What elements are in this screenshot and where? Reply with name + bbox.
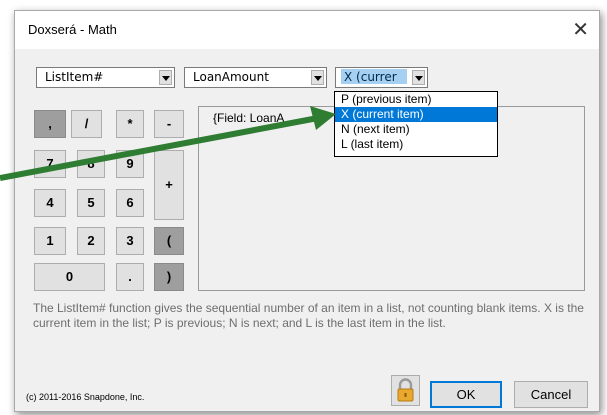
math-dialog: Doxserá - Math ✕ ListItem# LoanAmount X … — [14, 10, 600, 412]
copyright-text: (c) 2011-2016 Snapdone, Inc. — [26, 392, 145, 402]
lock-button[interactable] — [391, 375, 420, 406]
title-bar: Doxserá - Math ✕ — [15, 11, 599, 49]
key-multiply[interactable]: * — [116, 110, 144, 138]
dropdown-option-last[interactable]: L (last item) — [335, 137, 497, 152]
key-3[interactable]: 3 — [116, 227, 144, 255]
chevron-down-icon[interactable] — [159, 70, 172, 85]
key-4[interactable]: 4 — [34, 189, 66, 217]
key-6[interactable]: 6 — [116, 189, 144, 217]
dropdown-option-previous[interactable]: P (previous item) — [335, 92, 497, 107]
key-7[interactable]: 7 — [34, 150, 66, 178]
function-select[interactable]: ListItem# — [36, 67, 175, 88]
close-icon[interactable]: ✕ — [572, 17, 589, 41]
field-select-value: LoanAmount — [193, 70, 269, 84]
key-8[interactable]: 8 — [77, 150, 105, 178]
item-select-highlight — [341, 69, 407, 84]
key-0[interactable]: 0 — [34, 263, 105, 291]
key-9[interactable]: 9 — [116, 150, 144, 178]
key-1[interactable]: 1 — [34, 227, 66, 255]
dropdown-option-current[interactable]: X (current item) — [335, 107, 497, 122]
chevron-down-icon[interactable] — [412, 70, 425, 85]
key-decimal[interactable]: . — [116, 263, 144, 291]
item-dropdown-list: P (previous item) X (current item) N (ne… — [334, 91, 498, 157]
lock-icon — [397, 378, 414, 402]
key-comma[interactable]: , — [34, 110, 66, 138]
field-select[interactable]: LoanAmount — [184, 67, 327, 88]
key-plus[interactable]: + — [154, 150, 184, 220]
key-close-paren[interactable]: ) — [154, 263, 184, 291]
dropdown-option-next[interactable]: N (next item) — [335, 122, 497, 137]
ok-button[interactable]: OK — [430, 381, 502, 408]
dialog-title: Doxserá - Math — [28, 22, 117, 37]
function-description: The ListItem# function gives the sequent… — [33, 301, 584, 330]
key-5[interactable]: 5 — [77, 189, 105, 217]
key-divide[interactable]: / — [71, 110, 102, 138]
key-minus[interactable]: - — [154, 110, 184, 138]
chevron-down-icon[interactable] — [311, 70, 324, 85]
cancel-button[interactable]: Cancel — [514, 381, 588, 408]
key-2[interactable]: 2 — [77, 227, 105, 255]
key-open-paren[interactable]: ( — [154, 227, 184, 255]
function-select-value: ListItem# — [45, 70, 104, 84]
formula-text: {Field: LoanA — [213, 111, 285, 125]
